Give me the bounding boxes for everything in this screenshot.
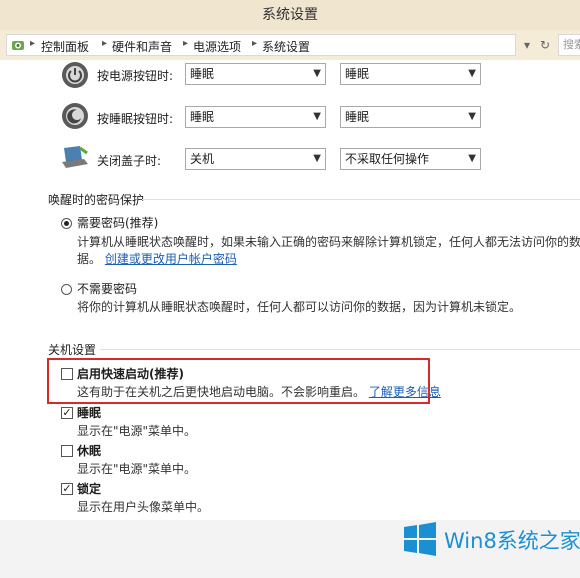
fast-startup-checkbox[interactable] <box>61 368 73 380</box>
address-bar: ▸ 控制面板 ▸ 硬件和声音 ▸ 电源选项 ▸ 系统设置 ▾ ↻ 搜索 <box>0 30 580 60</box>
power-button-icon <box>62 62 88 88</box>
address-field[interactable]: ▸ 控制面板 ▸ 硬件和声音 ▸ 电源选项 ▸ 系统设置 <box>6 34 516 56</box>
create-password-link[interactable]: 创建或更改用户帐户密码 <box>105 252 237 266</box>
no-password-desc: 将你的计算机从睡眠状态唤醒时，任何人都可以访问你的数据，因为计算机未锁定。 <box>77 300 522 314</box>
select-value: 睡眠 <box>345 110 370 124</box>
watermark-brand: Win8系统之家 <box>444 529 580 553</box>
window-title: 系统设置 <box>0 0 580 30</box>
breadcrumb-control-panel[interactable]: 控制面板 <box>41 38 89 55</box>
hibernate-label[interactable]: 休眠 <box>77 442 101 459</box>
password-section-title: 唤醒时的密码保护 <box>48 193 145 207</box>
search-input[interactable]: 搜索 <box>558 34 580 56</box>
power-button-label: 按电源按钮时: <box>97 69 174 83</box>
breadcrumb-system-settings[interactable]: 系统设置 <box>262 38 310 55</box>
desc-text: 这有助于在关机之后更快地启动电脑。不会影响重启。 <box>77 385 366 399</box>
no-password-label[interactable]: 不需要密码 <box>77 280 137 297</box>
lid-plugged-select[interactable]: 不采取任何操作 ▼ <box>340 148 481 170</box>
require-password-label[interactable]: 需要密码(推荐) <box>77 214 158 231</box>
power-button-battery-select[interactable]: 睡眠 ▼ <box>185 63 326 85</box>
sleep-desc: 显示在"电源"菜单中。 <box>77 424 197 438</box>
checkmark-icon: ✓ <box>62 482 72 495</box>
hibernate-desc: 显示在"电源"菜单中。 <box>77 462 197 476</box>
chevron-down-icon: ▼ <box>313 153 321 164</box>
control-panel-icon <box>12 41 24 50</box>
lid-close-label: 关闭盖子时: <box>97 154 162 168</box>
refresh-icon[interactable]: ↻ <box>535 35 555 55</box>
desc-text: 据。 <box>77 252 102 266</box>
laptop-lid-icon <box>62 146 88 168</box>
select-value: 关机 <box>190 152 215 166</box>
breadcrumb-power-options[interactable]: 电源选项 <box>193 38 241 55</box>
chevron-down-icon: ▼ <box>313 111 321 122</box>
history-dropdown-icon[interactable]: ▾ <box>517 35 537 55</box>
fast-startup-desc: 这有助于在关机之后更快地启动电脑。不会影响重启。 了解更多信息 <box>77 383 441 400</box>
sleep-label[interactable]: 睡眠 <box>77 404 101 421</box>
sleep-button-label: 按睡眠按钮时: <box>97 112 174 126</box>
select-value: 睡眠 <box>190 67 215 81</box>
breadcrumb-separator-icon: ▸ <box>252 38 258 49</box>
shutdown-section-title: 关机设置 <box>48 343 97 357</box>
section-divider <box>100 349 580 350</box>
select-value: 睡眠 <box>345 67 370 81</box>
chevron-down-icon: ▼ <box>313 68 321 79</box>
sleep-button-plugged-select[interactable]: 睡眠 ▼ <box>340 106 481 128</box>
checkmark-icon: ✓ <box>62 406 72 419</box>
breadcrumb-separator-icon: ▸ <box>102 38 108 49</box>
sleep-button-battery-select[interactable]: 睡眠 ▼ <box>185 106 326 128</box>
lock-desc: 显示在用户头像菜单中。 <box>77 500 210 514</box>
no-password-radio[interactable] <box>61 284 72 295</box>
sleep-button-icon <box>62 103 88 129</box>
chevron-down-icon: ▼ <box>468 111 476 122</box>
require-password-desc-cont: 据。 创建或更改用户帐户密码 <box>77 250 237 267</box>
fast-startup-label[interactable]: 启用快速启动(推荐) <box>77 365 184 382</box>
chevron-down-icon: ▼ <box>468 68 476 79</box>
lock-label[interactable]: 锁定 <box>77 480 101 497</box>
lock-checkbox[interactable]: ✓ <box>61 483 73 495</box>
select-value: 睡眠 <box>190 110 215 124</box>
section-divider <box>142 199 580 200</box>
windows-logo-icon <box>404 522 436 556</box>
sleep-checkbox[interactable]: ✓ <box>61 407 73 419</box>
hibernate-checkbox[interactable] <box>61 445 73 457</box>
learn-more-link[interactable]: 了解更多信息 <box>369 385 441 399</box>
lid-battery-select[interactable]: 关机 ▼ <box>185 148 326 170</box>
require-password-radio[interactable] <box>61 218 72 229</box>
select-value: 不采取任何操作 <box>345 152 430 166</box>
breadcrumb-hardware-sound[interactable]: 硬件和声音 <box>112 38 172 55</box>
require-password-desc: 计算机从睡眠状态唤醒时，如果未输入正确的密码来解除计算机锁定，任何人都无法访问你… <box>77 235 580 249</box>
breadcrumb-separator-icon: ▸ <box>183 38 189 49</box>
content-pane: 按电源按钮时: 睡眠 ▼ 睡眠 ▼ 按睡眠按钮时: 睡眠 ▼ 睡眠 ▼ 关闭盖子… <box>0 60 580 520</box>
power-button-plugged-select[interactable]: 睡眠 ▼ <box>340 63 481 85</box>
chevron-down-icon: ▼ <box>468 153 476 164</box>
breadcrumb-separator-icon: ▸ <box>30 38 36 49</box>
